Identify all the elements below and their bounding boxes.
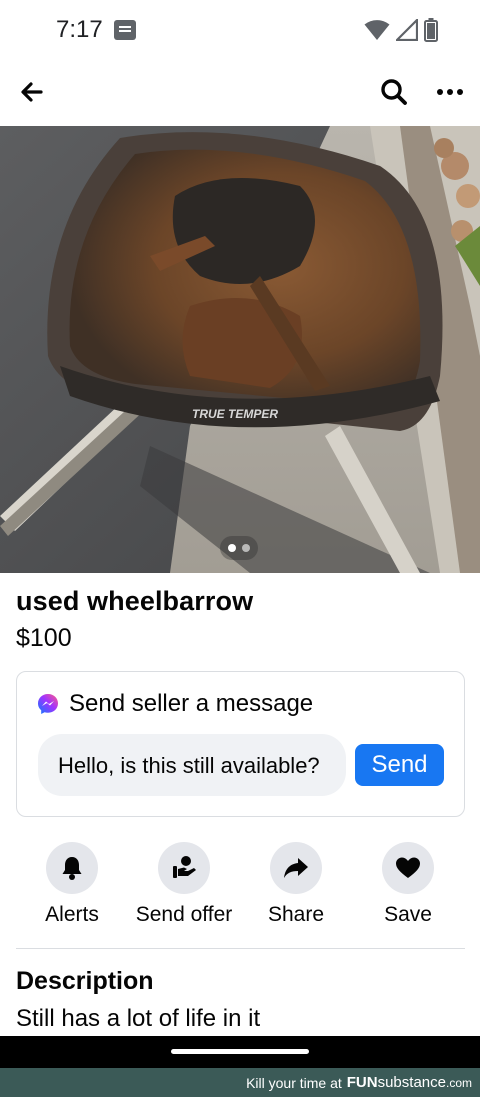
wheelbarrow-photo: TRUE TEMPER <box>0 126 480 573</box>
message-notification-icon <box>114 20 136 40</box>
save-label: Save <box>384 903 432 926</box>
messenger-icon <box>38 694 58 714</box>
bell-icon <box>62 857 82 880</box>
status-time: 7:17 <box>56 16 103 43</box>
search-button[interactable] <box>374 72 414 112</box>
pager-dot <box>242 544 250 552</box>
send-offer-label: Send offer <box>135 903 233 926</box>
watermark-prefix: Kill your time at <box>246 1074 342 1091</box>
back-arrow-icon <box>21 82 43 102</box>
message-card-heading: Send seller a message <box>69 690 314 717</box>
alerts-button[interactable]: Alerts <box>16 842 128 927</box>
watermark-domain: .com <box>445 1076 472 1090</box>
heart-icon <box>396 857 420 878</box>
top-bar <box>0 62 480 122</box>
share-icon-circle <box>270 842 322 894</box>
description-heading: Description <box>16 967 154 995</box>
description-text: Still has a lot of life in it <box>16 1005 261 1032</box>
system-nav-bar <box>0 1036 480 1068</box>
alerts-label: Alerts <box>45 903 99 926</box>
alerts-icon-circle <box>46 842 98 894</box>
message-input[interactable]: Hello, is this still available? <box>38 734 346 796</box>
back-button[interactable] <box>14 74 50 110</box>
action-row: Alerts Send offer Share Save <box>0 842 480 932</box>
save-icon-circle <box>382 842 434 894</box>
section-divider <box>16 948 465 949</box>
watermark-brand: FUNsubstance.com <box>347 1074 472 1091</box>
signal-icon <box>396 19 418 41</box>
brand-mark: TRUE TEMPER <box>192 407 278 421</box>
listing-photo[interactable]: TRUE TEMPER <box>0 126 480 573</box>
battery-icon <box>424 18 438 42</box>
share-arrow-icon <box>284 858 308 878</box>
message-seller-card: Send seller a message Hello, is this sti… <box>16 671 465 817</box>
listing-price: $100 <box>16 624 72 652</box>
status-icons <box>364 18 438 42</box>
watermark-brand-bold: FUN <box>346 1074 378 1091</box>
photo-pager[interactable] <box>220 536 258 560</box>
send-offer-icon <box>173 856 196 878</box>
more-icon <box>437 89 463 95</box>
home-gesture-handle[interactable] <box>171 1049 309 1054</box>
watermark-brand-thin: substance <box>377 1074 446 1091</box>
share-label: Share <box>267 903 325 926</box>
message-card-header: Send seller a message <box>37 690 313 718</box>
save-button[interactable]: Save <box>352 842 464 927</box>
more-options-button[interactable] <box>428 72 472 112</box>
wifi-icon <box>364 20 390 40</box>
share-button[interactable]: Share <box>240 842 352 927</box>
send-offer-icon-circle <box>158 842 210 894</box>
send-offer-button[interactable]: Send offer <box>128 842 240 927</box>
status-bar: 7:17 <box>0 0 480 60</box>
send-button[interactable]: Send <box>355 744 444 786</box>
listing-title: used wheelbarrow <box>16 586 254 616</box>
watermark-bar: Kill your time at FUNsubstance.com <box>0 1068 480 1097</box>
pager-dot-active <box>228 544 236 552</box>
search-icon <box>381 79 407 105</box>
